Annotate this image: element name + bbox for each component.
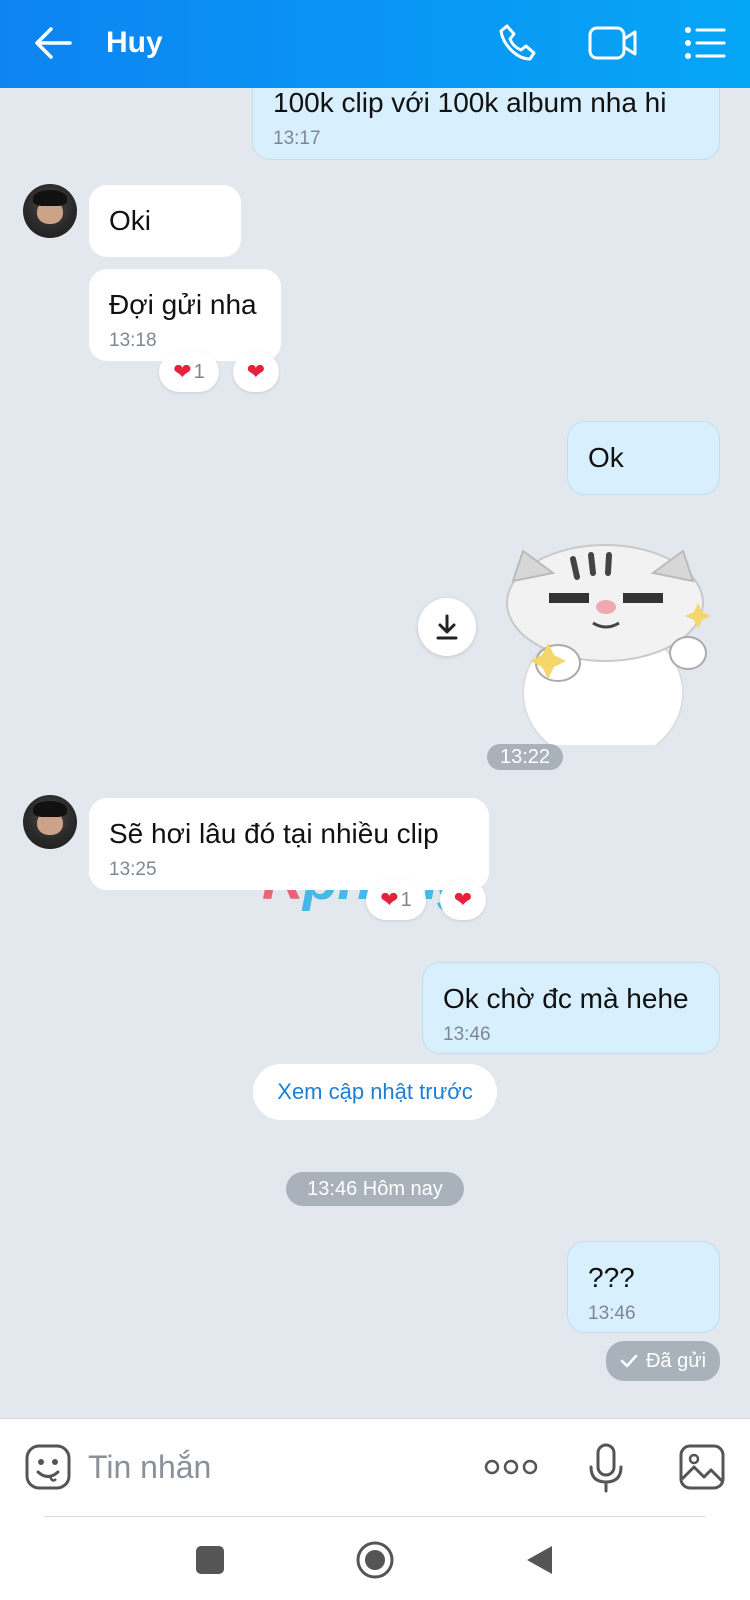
heart-icon: ❤: [246, 359, 266, 385]
message-text: Ok chờ đc mà hehe: [443, 983, 689, 1014]
sent-status-text: Đã gửi: [645, 1349, 707, 1372]
system-nav-bar: [0, 1516, 750, 1600]
chat-header: Huy: [0, 0, 750, 88]
add-reaction-button[interactable]: ❤: [440, 880, 486, 920]
menu-list-icon[interactable]: [684, 26, 726, 60]
microphone-icon[interactable]: [588, 1443, 624, 1493]
nav-home-icon[interactable]: [355, 1540, 395, 1580]
reaction-count: 1: [193, 360, 205, 383]
more-icon[interactable]: [484, 1457, 538, 1477]
message-text: Ok: [588, 442, 624, 473]
contact-name[interactable]: Huy: [106, 26, 163, 60]
message-time: 13:46: [443, 1024, 491, 1045]
nav-back-icon[interactable]: [524, 1544, 554, 1576]
cat-thumbs-up-sticker[interactable]: [493, 543, 723, 745]
nav-recents-icon[interactable]: [196, 1546, 224, 1574]
message-text: Oki: [109, 205, 151, 236]
emoji-icon[interactable]: [24, 1443, 72, 1491]
heart-icon: ❤: [173, 359, 192, 385]
video-call-icon[interactable]: [588, 24, 638, 62]
contact-avatar[interactable]: [23, 795, 77, 849]
date-separator: 13:46 Hôm nay: [286, 1172, 464, 1206]
message-input[interactable]: [88, 1441, 468, 1493]
sent-status-badge: Đã gửi: [606, 1341, 720, 1381]
reaction-count-badge[interactable]: ❤ 1: [366, 880, 426, 920]
message-outgoing[interactable]: ??? 13:46: [567, 1241, 720, 1333]
message-time: 13:18: [109, 330, 157, 351]
back-arrow-icon[interactable]: [34, 26, 72, 60]
download-button[interactable]: [418, 598, 476, 656]
message-outgoing[interactable]: Ok chờ đc mà hehe 13:46: [422, 962, 720, 1054]
divider: [44, 1516, 706, 1517]
contact-avatar[interactable]: [23, 184, 77, 238]
message-outgoing[interactable]: 100k clip với 100k album nha hi 13:17: [252, 88, 720, 160]
heart-icon: ❤: [453, 887, 473, 913]
message-incoming[interactable]: Sẽ hơi lâu đó tại nhiều clip 13:25: [89, 798, 489, 890]
image-icon[interactable]: [678, 1443, 726, 1491]
download-icon: [436, 614, 458, 640]
heart-icon: ❤: [380, 887, 399, 913]
message-text: Sẽ hơi lâu đó tại nhiều clip: [109, 818, 439, 849]
message-text: Đợi gửi nha: [109, 289, 257, 320]
message-composer: [0, 1418, 750, 1516]
message-time: 13:25: [109, 859, 157, 880]
message-text: 100k clip với 100k album nha hi: [273, 88, 667, 118]
message-time-badge: 13:22: [487, 744, 563, 770]
message-time: 13:17: [273, 128, 321, 149]
reaction-count: 1: [400, 888, 412, 911]
reaction-count-badge[interactable]: ❤ 1: [159, 352, 219, 392]
chat-area[interactable]: 100k clip với 100k album nha hi 13:17 Ok…: [0, 88, 750, 1418]
message-incoming[interactable]: Đợi gửi nha 13:18: [89, 269, 281, 361]
add-reaction-button[interactable]: ❤: [233, 352, 279, 392]
check-icon: [620, 1354, 638, 1368]
message-time: 13:46: [588, 1303, 636, 1324]
message-incoming[interactable]: Oki: [89, 185, 241, 257]
message-outgoing[interactable]: Ok: [567, 421, 720, 495]
message-text: ???: [588, 1262, 635, 1293]
phone-icon[interactable]: [498, 22, 540, 64]
load-previous-button[interactable]: Xem cập nhật trước: [253, 1064, 497, 1120]
